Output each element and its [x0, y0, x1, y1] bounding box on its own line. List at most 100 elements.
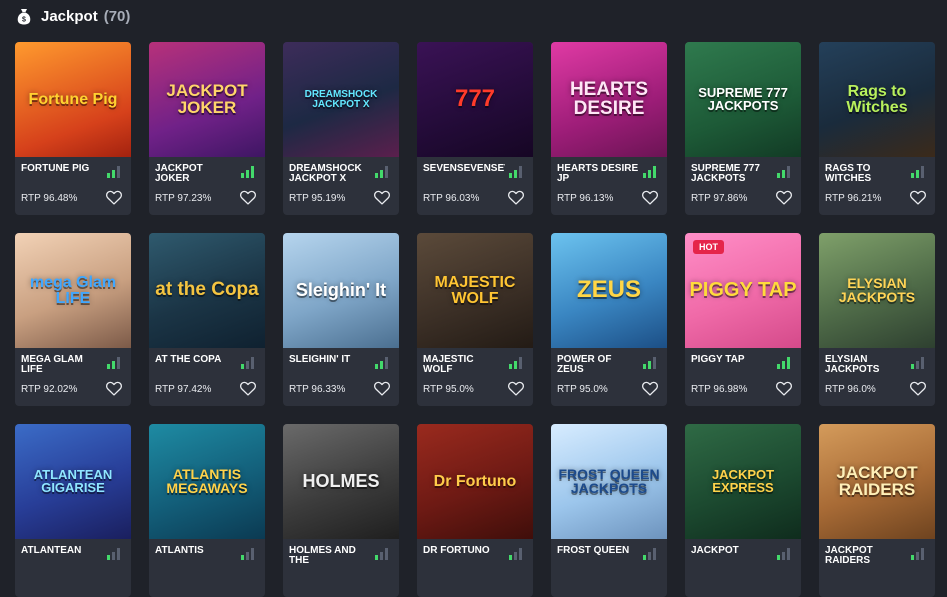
game-thumbnail[interactable]: JACKPOT JOKER	[149, 42, 265, 157]
signal-bar	[385, 357, 388, 369]
signal-bar	[519, 166, 522, 178]
game-card[interactable]: FROST QUEEN JACKPOTS FROST QUEEN	[551, 424, 667, 597]
game-card[interactable]: JACKPOT JOKER JACKPOT JOKER RTP 97.23%	[149, 42, 265, 215]
game-thumbnail[interactable]: ATLANTEAN GIGARISE	[15, 424, 131, 539]
favorite-heart-icon[interactable]	[639, 187, 661, 207]
game-info: SUPREME 777 JACKPOTS RTP 97.86%	[685, 157, 801, 215]
game-card[interactable]: ATLANTEAN GIGARISE ATLANTEAN	[15, 424, 131, 597]
game-card[interactable]: HOLMES HOLMES AND THE	[283, 424, 399, 597]
game-thumbnail[interactable]: Rags to Witches	[819, 42, 935, 157]
game-card[interactable]: Fortune Pig FORTUNE PIG RTP 96.48%	[15, 42, 131, 215]
game-card[interactable]: JACKPOT RAIDERS JACKPOT RAIDERS	[819, 424, 935, 597]
game-thumbnail[interactable]: HOLMES	[283, 424, 399, 539]
game-logo-art: HEARTS DESIRE	[569, 79, 649, 119]
game-card[interactable]: MAJESTIC WOLF MAJESTIC WOLF RTP 95.0%	[417, 233, 533, 406]
game-thumbnail[interactable]: mega Glam LIFE	[15, 233, 131, 348]
signal-bar	[921, 548, 924, 560]
game-thumbnail[interactable]: ATLANTIS MEGAWAYS	[149, 424, 265, 539]
favorite-heart-icon[interactable]	[237, 187, 259, 207]
game-thumbnail[interactable]: Dr Fortuno	[417, 424, 533, 539]
signal-strength-icon	[375, 357, 391, 369]
game-thumbnail[interactable]: MAJESTIC WOLF	[417, 233, 533, 348]
rtp-value: RTP 92.02%	[21, 384, 78, 395]
signal-bar	[514, 361, 517, 369]
game-name: JACKPOT JOKER	[155, 164, 203, 184]
game-thumbnail[interactable]: DREAMSHOCK JACKPOT X	[283, 42, 399, 157]
game-card[interactable]: ATLANTIS MEGAWAYS ATLANTIS	[149, 424, 265, 597]
game-info: MAJESTIC WOLF RTP 95.0%	[417, 348, 533, 406]
rtp-value: RTP 95.19%	[289, 193, 346, 204]
signal-bar	[916, 361, 919, 369]
game-card[interactable]: HEARTS DESIRE HEARTS DESIRE JP RTP 96.13%	[551, 42, 667, 215]
section-header: $ Jackpot (70)	[17, 6, 130, 26]
game-card[interactable]: PIGGY TAP HOT PIGGY TAP RTP 96.98%	[685, 233, 801, 406]
game-card[interactable]: SUPREME 777 JACKPOTS SUPREME 777 JACKPOTS…	[685, 42, 801, 215]
game-grid: Fortune Pig FORTUNE PIG RTP 96.48% JACKPOT …	[15, 42, 935, 597]
game-logo-art: Sleighin' It	[295, 279, 387, 300]
game-name: ELYSIAN JACKPOTS	[825, 355, 880, 375]
favorite-heart-icon[interactable]	[237, 378, 259, 398]
game-card[interactable]: at the Copa AT THE COPA RTP 97.42%	[149, 233, 265, 406]
signal-bar	[385, 548, 388, 560]
game-card[interactable]: mega Glam LIFE MEGA GLAM LIFE RTP 92.02%	[15, 233, 131, 406]
signal-strength-icon	[509, 166, 525, 178]
signal-bar	[375, 173, 378, 178]
signal-bar	[648, 552, 651, 560]
favorite-heart-icon[interactable]	[773, 187, 795, 207]
game-thumbnail[interactable]: ELYSIAN JACKPOTS	[819, 233, 935, 348]
signal-bar	[107, 173, 110, 178]
favorite-heart-icon[interactable]	[907, 378, 929, 398]
rtp-value: RTP 96.98%	[691, 384, 748, 395]
favorite-heart-icon[interactable]	[371, 378, 393, 398]
signal-bar	[380, 361, 383, 369]
favorite-heart-icon[interactable]	[907, 187, 929, 207]
game-card[interactable]: ELYSIAN JACKPOTS ELYSIAN JACKPOTS RTP 96.0…	[819, 233, 935, 406]
signal-bar	[916, 552, 919, 560]
game-card[interactable]: ZEUS POWER OF ZEUS RTP 95.0%	[551, 233, 667, 406]
game-thumbnail[interactable]: JACKPOT EXPRESS	[685, 424, 801, 539]
signal-bar	[648, 170, 651, 178]
game-card[interactable]: DREAMSHOCK JACKPOT X DREAMSHOCK JACKPOT X…	[283, 42, 399, 215]
favorite-heart-icon[interactable]	[505, 378, 527, 398]
game-card[interactable]: Sleighin' It SLEIGHIN' IT RTP 96.33%	[283, 233, 399, 406]
game-thumbnail[interactable]: HEARTS DESIRE	[551, 42, 667, 157]
favorite-heart-icon[interactable]	[773, 378, 795, 398]
game-thumbnail[interactable]: ZEUS	[551, 233, 667, 348]
favorite-heart-icon[interactable]	[103, 187, 125, 207]
game-thumbnail[interactable]: FROST QUEEN JACKPOTS	[551, 424, 667, 539]
game-logo-art: SUPREME 777 JACKPOTS	[698, 85, 788, 113]
favorite-heart-icon[interactable]	[103, 378, 125, 398]
rtp-value: RTP 96.48%	[21, 193, 78, 204]
signal-bar	[380, 552, 383, 560]
game-name: POWER OF ZEUS	[557, 355, 612, 375]
signal-bar	[519, 548, 522, 560]
game-info: AT THE COPA RTP 97.42%	[149, 348, 265, 406]
game-logo-art: mega Glam LIFE	[29, 274, 117, 307]
game-logo-art: 777	[454, 85, 496, 113]
game-thumbnail[interactable]: at the Copa	[149, 233, 265, 348]
favorite-heart-icon[interactable]	[639, 378, 661, 398]
signal-strength-icon	[241, 166, 257, 178]
game-card[interactable]: JACKPOT EXPRESS JACKPOT	[685, 424, 801, 597]
signal-strength-icon	[911, 166, 927, 178]
signal-bar	[653, 548, 656, 560]
game-name: FROST QUEEN	[557, 546, 630, 556]
game-thumbnail[interactable]: 777	[417, 42, 533, 157]
game-thumbnail[interactable]: Sleighin' It	[283, 233, 399, 348]
favorite-heart-icon[interactable]	[371, 187, 393, 207]
game-thumbnail[interactable]: PIGGY TAP HOT	[685, 233, 801, 348]
game-card[interactable]: Rags to Witches RAGS TO WITCHES RTP 96.21%	[819, 42, 935, 215]
signal-bar	[514, 170, 517, 178]
game-card[interactable]: 777 SEVENSEVENSEVEN RTP 96.03%	[417, 42, 533, 215]
game-thumbnail[interactable]: Fortune Pig	[15, 42, 131, 157]
game-thumbnail[interactable]: SUPREME 777 JACKPOTS	[685, 42, 801, 157]
signal-bar	[251, 166, 254, 178]
favorite-heart-icon[interactable]	[505, 187, 527, 207]
signal-bar	[777, 364, 780, 369]
game-card[interactable]: Dr Fortuno DR FORTUNO	[417, 424, 533, 597]
jackpot-bag-icon: $	[17, 7, 33, 25]
signal-strength-icon	[375, 548, 391, 560]
game-thumbnail[interactable]: JACKPOT RAIDERS	[819, 424, 935, 539]
game-name: HEARTS DESIRE JP	[557, 164, 639, 184]
game-name: PIGGY TAP	[691, 355, 745, 365]
